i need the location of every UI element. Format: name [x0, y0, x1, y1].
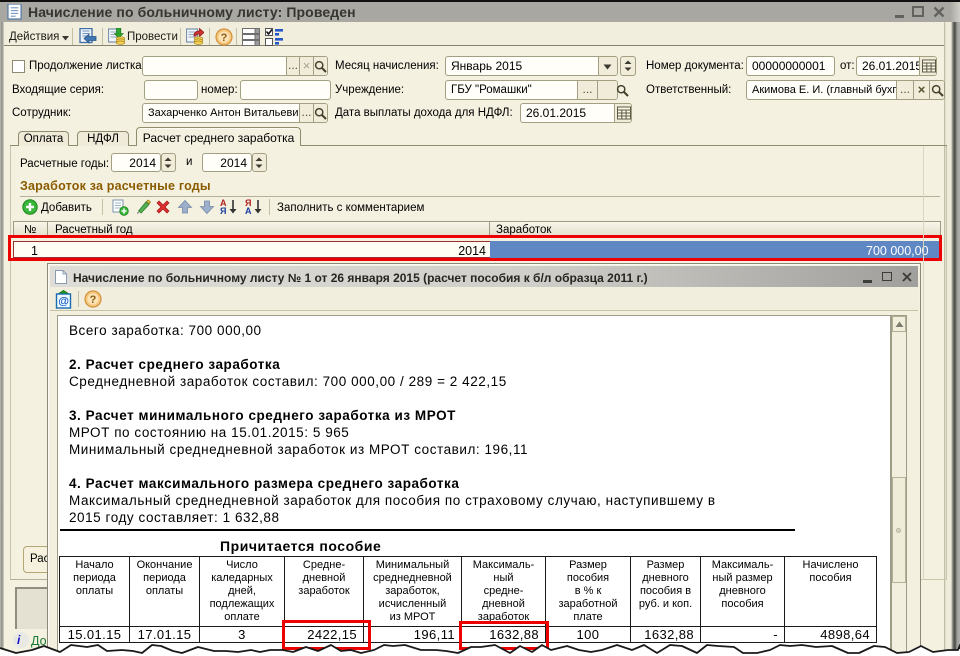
svg-text:?: ? — [90, 294, 97, 306]
svg-text:?: ? — [221, 32, 228, 44]
svg-text:@: @ — [58, 296, 69, 308]
